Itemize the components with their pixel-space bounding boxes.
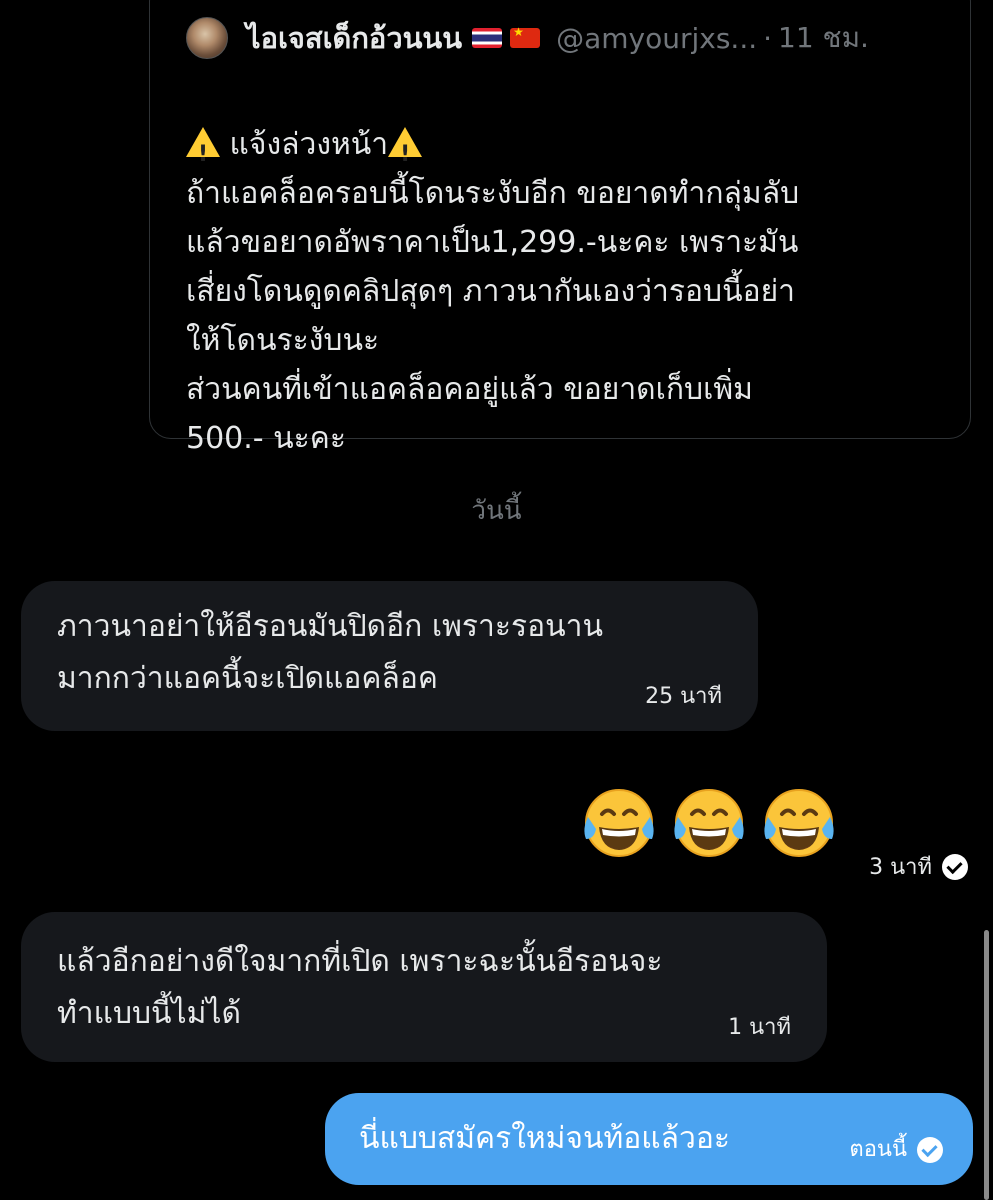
incoming-message-bubble[interactable]: ภาวนาอย่าให้อีรอนมันปิดอีก เพราะรอนาน มา…: [21, 581, 758, 731]
message-timestamp: 3 นาที: [869, 855, 932, 880]
outgoing-message-bubble[interactable]: นี่แบบสมัครใหม่จนท้อแล้วอะ ตอนนี้: [325, 1093, 973, 1185]
china-flag-icon: [510, 25, 541, 48]
quoted-tweet-text: แจ้งล่วงหน้าถ้าแอคล็อครอบนี้โดนระงับอีก …: [186, 71, 946, 463]
sent-check-icon: [942, 853, 968, 880]
tweet-timestamp: 11 ชม.: [778, 21, 869, 54]
separator-dot: ·: [763, 21, 773, 55]
message-timestamp: ตอนนี้: [849, 1137, 907, 1162]
display-name: ไอเจสเด็กอ้วนนน: [246, 21, 463, 55]
heading-text: แจ้งล่วงหน้า: [229, 127, 389, 162]
face-with-tears-of-joy-icon: [670, 783, 748, 861]
message-meta: ตอนนี้: [849, 1137, 943, 1163]
user-handle: @amyourjxs...: [556, 21, 758, 55]
date-divider: วันนี้: [471, 496, 522, 526]
avatar[interactable]: [186, 17, 228, 59]
thailand-flag-icon: [472, 28, 503, 48]
incoming-message-bubble[interactable]: แล้วอีกอย่างดีใจมากที่เปิด เพราะฉะนั้นอี…: [21, 912, 827, 1062]
scrollbar[interactable]: [984, 930, 989, 1200]
message-text: แล้วอีกอย่างดีใจมากที่เปิด เพราะฉะนั้นอี…: [57, 944, 663, 1031]
warning-icon: [186, 127, 220, 179]
warning-icon: [388, 127, 423, 179]
face-with-tears-of-joy-icon: [760, 783, 838, 861]
message-text: ภาวนาอย่าให้อีรอนมันปิดอีก เพราะรอนาน มา…: [57, 609, 603, 696]
emoji-message-meta: 3 นาที: [869, 849, 968, 884]
quoted-tweet-card[interactable]: ไอเจสเด็กอ้วนนน @amyourjxs... · 11 ชม. แ…: [149, 0, 971, 456]
quoted-tweet-header: ไอเจสเด็กอ้วนนน @amyourjxs... · 11 ชม.: [186, 16, 869, 60]
message-timestamp: 25 นาที: [645, 684, 722, 709]
tweet-body-text: ถ้าแอคล็อครอบนี้โดนระงับอีก ขอยาดทำกลุ่ม…: [186, 176, 800, 456]
message-timestamp: 1 นาที: [728, 1015, 791, 1040]
announcement-heading: แจ้งล่วงหน้า: [186, 120, 946, 179]
outgoing-emoji-message[interactable]: [580, 783, 838, 861]
face-with-tears-of-joy-icon: [580, 783, 658, 861]
sent-check-icon: [917, 1137, 943, 1163]
